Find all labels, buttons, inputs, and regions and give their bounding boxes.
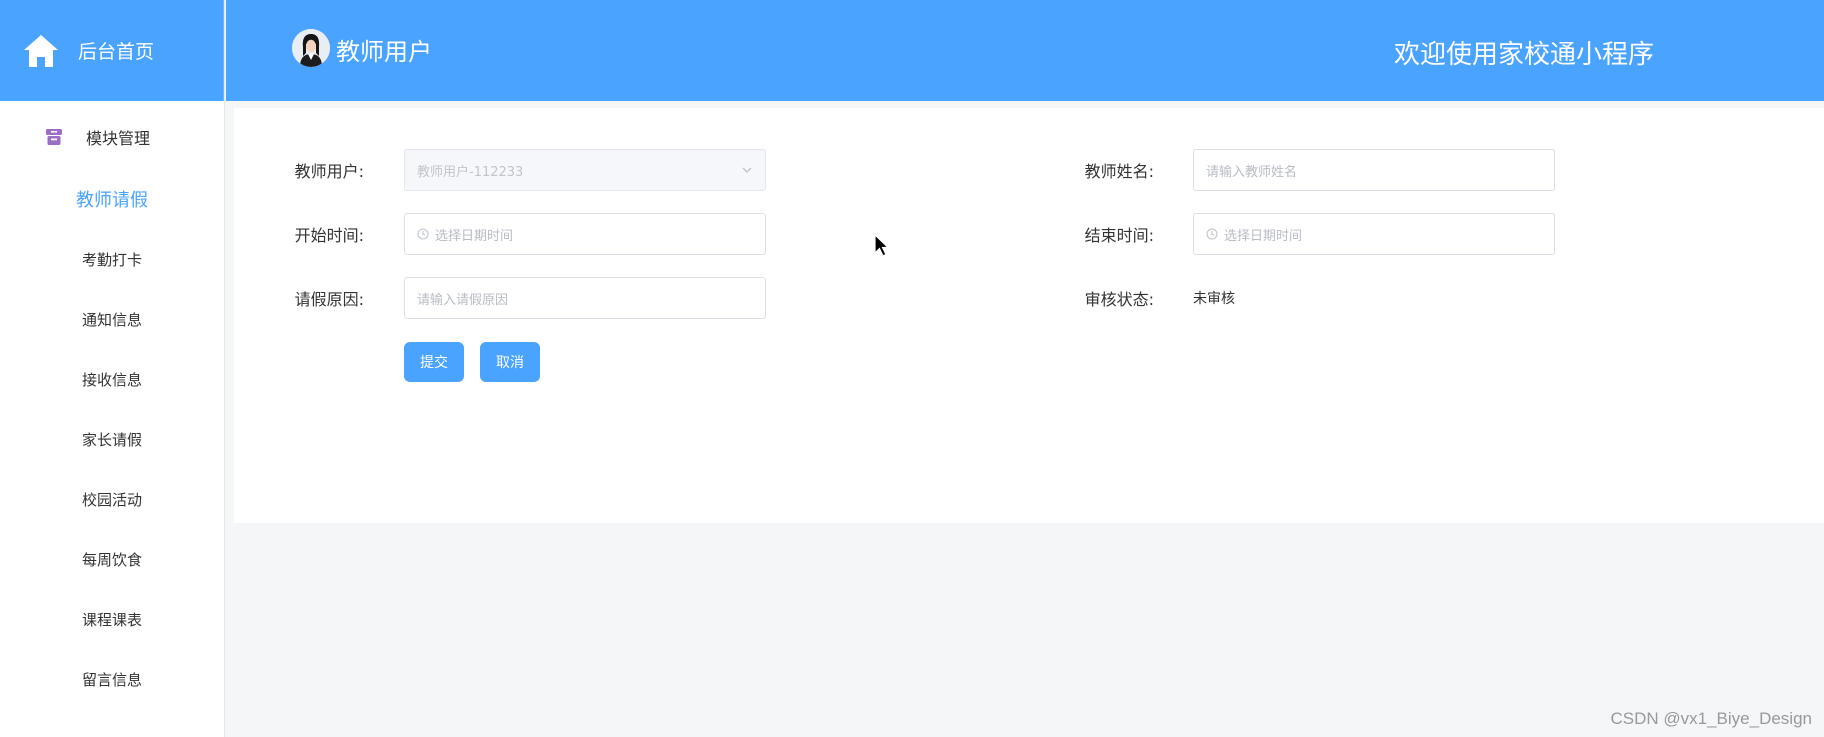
sidebar-menu: 模块管理 教师请假 考勤打卡 通知信息 接收信息 家长请假 校园活动 每周饮食 … — [0, 105, 224, 709]
sidebar-item-parent-leave[interactable]: 家长请假 — [0, 409, 224, 469]
leave-form-card: 教师用户: 教师用户-112233 教师姓名: 请输入教师姓名 开始时间: 选择… — [234, 108, 1824, 523]
sidebar-item-received[interactable]: 接收信息 — [0, 349, 224, 409]
sidebar-item-campus-activities[interactable]: 校园活动 — [0, 469, 224, 529]
teacher-name-field[interactable]: 请输入教师姓名 — [1193, 149, 1555, 191]
reason-label: 请假原因: — [294, 290, 364, 309]
sidebar-item-teacher-leave[interactable]: 教师请假 — [0, 169, 224, 229]
home-label: 后台首页 — [78, 41, 155, 63]
home-icon — [22, 32, 60, 70]
clock-icon — [1206, 228, 1218, 240]
sidebar-item-course-schedule[interactable]: 课程课表 — [0, 589, 224, 649]
end-time-label: 结束时间: — [1084, 226, 1154, 245]
cancel-button[interactable]: 取消 — [480, 342, 540, 382]
menu-group-label: 模块管理 — [86, 129, 151, 148]
reason-placeholder: 请输入请假原因 — [417, 292, 509, 308]
sidebar-item-notices[interactable]: 通知信息 — [0, 289, 224, 349]
clock-icon — [417, 228, 429, 240]
teacher-user-value: 教师用户-112233 — [417, 164, 524, 180]
start-time-placeholder: 选择日期时间 — [435, 228, 514, 244]
sidebar-item-attendance[interactable]: 考勤打卡 — [0, 229, 224, 289]
welcome-title: 欢迎使用家校通小程序 — [1393, 40, 1654, 70]
menu-group-module-management[interactable]: 模块管理 — [0, 105, 224, 169]
sidebar-item-messages[interactable]: 留言信息 — [0, 649, 224, 709]
end-time-placeholder: 选择日期时间 — [1224, 228, 1303, 244]
teacher-user-label: 教师用户: — [294, 162, 364, 181]
status-label: 审核状态: — [1084, 290, 1154, 309]
watermark: CSDN @vx1_Biye_Design — [1610, 709, 1812, 728]
end-time-picker[interactable]: 选择日期时间 — [1193, 213, 1555, 255]
top-header: 教师用户 欢迎使用家校通小程序 — [226, 0, 1824, 101]
teacher-name-label: 教师姓名: — [1084, 162, 1154, 181]
teacher-user-select: 教师用户-112233 — [404, 149, 766, 191]
start-time-picker[interactable]: 选择日期时间 — [404, 213, 766, 255]
archive-icon — [44, 127, 64, 147]
start-time-label: 开始时间: — [294, 226, 364, 245]
home-link[interactable]: 后台首页 — [0, 0, 224, 101]
status-value: 未审核 — [1193, 291, 1235, 307]
avatar[interactable] — [292, 29, 330, 67]
mouse-cursor-icon — [874, 233, 890, 262]
sidebar-item-weekly-meals[interactable]: 每周饮食 — [0, 529, 224, 589]
reason-field[interactable]: 请输入请假原因 — [404, 277, 766, 319]
chevron-down-icon — [741, 164, 753, 180]
submit-button[interactable]: 提交 — [404, 342, 464, 382]
user-name: 教师用户 — [336, 38, 432, 66]
sidebar: 后台首页 模块管理 教师请假 考勤打卡 通知信息 接收信息 家长请假 校园活动 … — [0, 0, 225, 737]
teacher-name-placeholder: 请输入教师姓名 — [1206, 164, 1298, 180]
